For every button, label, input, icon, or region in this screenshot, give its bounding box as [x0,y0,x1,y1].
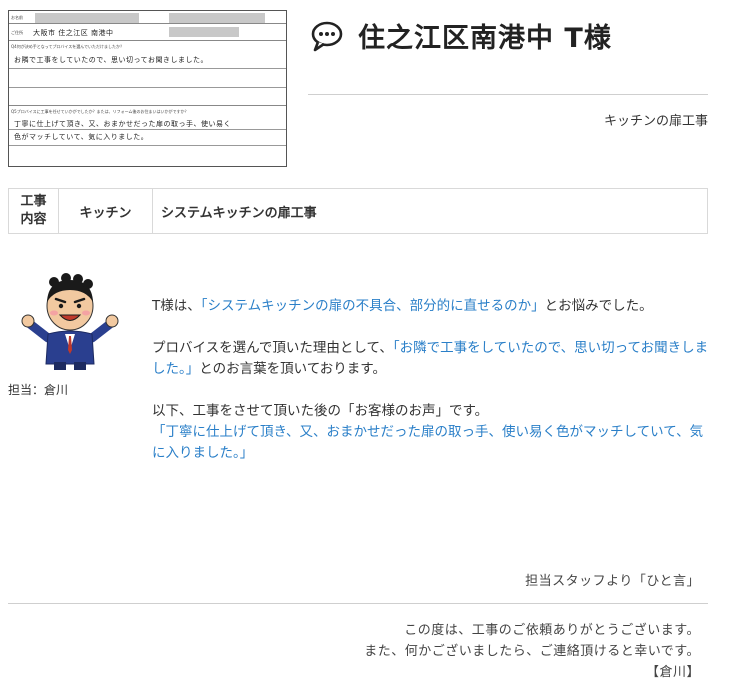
message-text: とお悩みでした。 [544,298,653,314]
message-text: 以下、工事をさせて頂いた後の「お客様のお声」です。 [152,403,489,419]
survey-q2-answer-line1: 丁寧に仕上げて頂き、又、おまかせだった扉の取っ手、使い易く [14,120,232,128]
work-heading-line2: 内容 [20,212,47,227]
redacted-detail [169,27,239,37]
closing-line-1: この度は、工事のご依頼ありがとうございます。 [404,623,700,638]
work-content-table: 工事 内容 キッチン システムキッチンの扉工事 [8,188,708,234]
survey-rule [9,129,286,130]
survey-rule [9,68,286,69]
message-paragraph-1: T様は、「システムキッチンの扉の不具合、部分的に直せるのか」とお悩みでした。 [152,296,712,317]
staff-word-heading: 担当スタッフより「ひと言」 [525,574,700,589]
survey-name-row: お名前 [9,11,286,24]
page-title: 住之江区南港中 T様 [358,23,612,54]
message-highlight: 「丁寧に仕上げて頂き、又、おまかせだった扉の取っ手、使い易く色がマッチしていて、… [152,424,704,461]
survey-q1-end [9,89,286,106]
survey-address-row: ご住所 大阪市 住之江区 南港中 [9,24,286,41]
title-divider [308,94,708,95]
message-highlight: 「システムキッチンの扉の不具合、部分的に直せるのか」 [200,298,545,314]
message-paragraph-3: 以下、工事をさせて頂いた後の「お客様のお声」です。「丁寧に仕上げて頂き、又、おま… [152,401,712,464]
survey-rule [9,87,286,88]
staff-name: 担当：倉川 [8,383,69,397]
survey-q2-answer-line2: 色がマッチしていて、気に入りました。 [14,133,149,141]
work-category: キッチン [59,189,153,233]
survey-q2-label: Q5プロバイスに工事を任せていかがでしたか？または、リフォーム後のお住まいはいか… [11,109,189,114]
survey-name-label: お名前 [11,15,23,20]
message-paragraph-2: プロバイスを選んで頂いた理由として、「お隣で工事をしていたので、思い切ってお聞き… [152,338,712,380]
section-divider [8,603,708,604]
page-subtitle: キッチンの扉工事 [603,114,708,129]
redacted-name [35,13,139,23]
survey-address-label: ご住所 [11,30,23,35]
message-text: とのお言葉を頂いております。 [199,361,386,377]
message-text: プロバイスを選んで頂いた理由として、 [152,340,393,356]
closing-signature: 【倉川】 [645,665,700,680]
work-description: システムキッチンの扉工事 [161,205,317,221]
survey-q1-answer: お隣で工事をしていたので、思い切ってお聞きしました。 [14,56,208,64]
survey-rule [9,145,286,146]
redacted-phone [169,13,265,23]
customer-survey-scan: お名前 ご住所 大阪市 住之江区 南港中 Q4何が決め手となってプロバイスを選ん… [8,10,287,167]
closing-line-2: また、何かございましたら、ご連絡頂けると幸いです。 [364,644,700,659]
speech-bubble-icon [311,21,343,51]
survey-address-value: 大阪市 住之江区 南港中 [33,29,114,37]
message-text: T様は、 [152,298,201,314]
work-heading-line1: 工事 [20,194,47,209]
work-content-heading: 工事 内容 [9,189,59,233]
survey-q1-label: Q4何が決め手となってプロバイスを選んでいただけましたか？ [11,44,125,49]
staff-avatar [21,273,119,370]
page-header: 住之江区南港中 T様 [310,16,612,55]
